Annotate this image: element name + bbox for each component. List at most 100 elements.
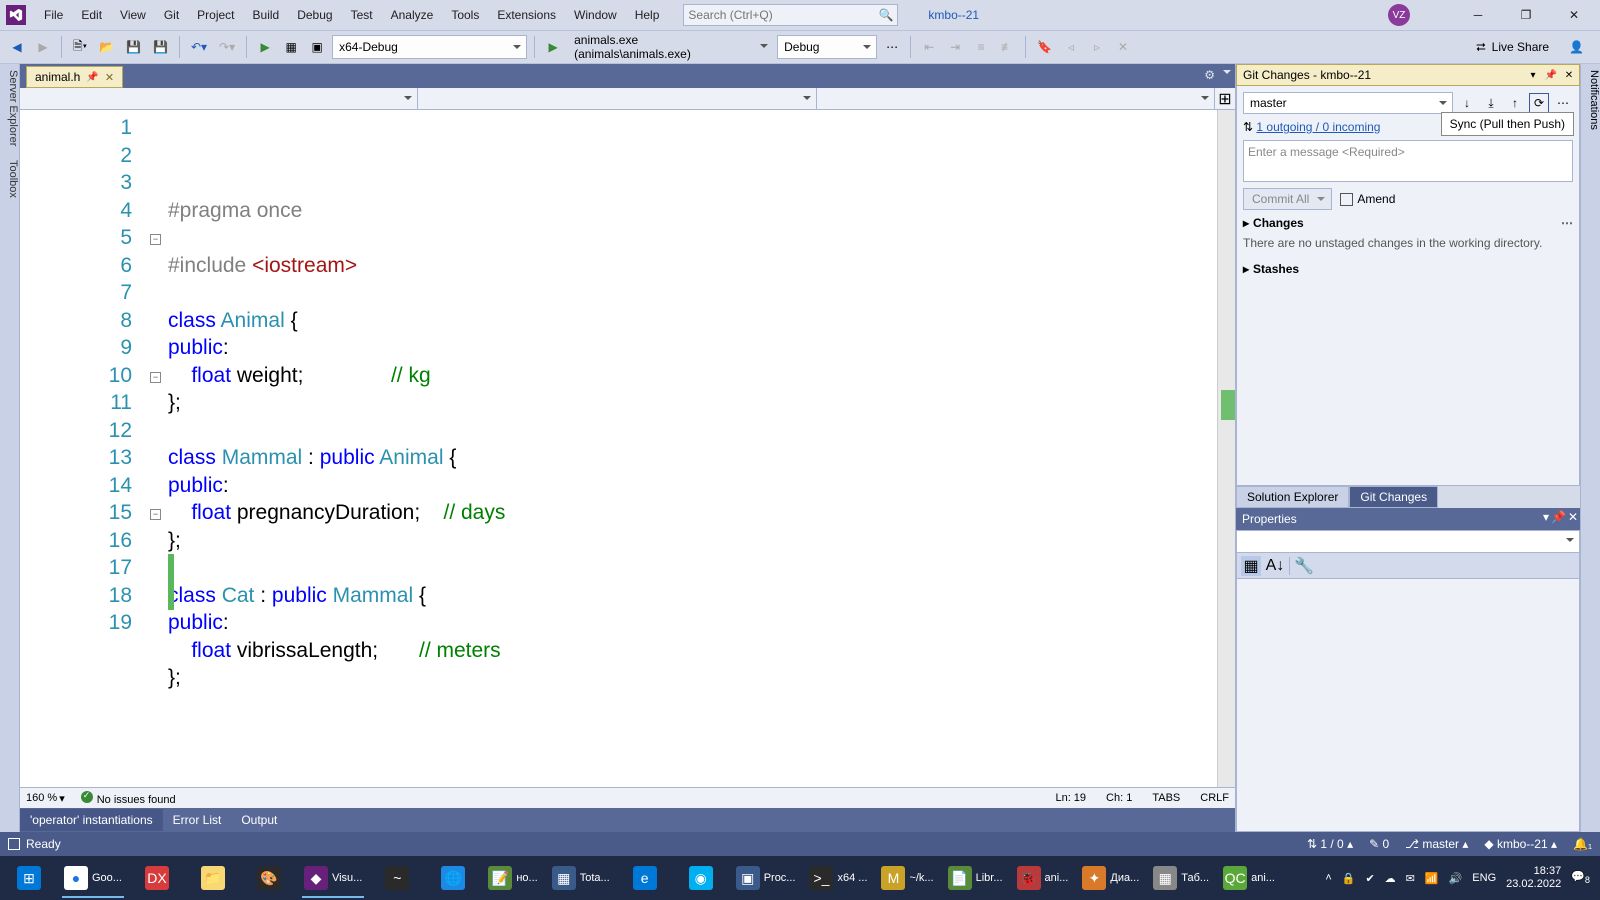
issues-status[interactable]: No issues found [81,791,176,806]
menu-build[interactable]: Build [245,4,288,26]
amend-checkbox[interactable]: Amend [1340,192,1395,206]
bottom-tab[interactable]: Error List [163,809,232,831]
right-tab[interactable]: Git Changes [1349,486,1438,508]
file-tab-animal-h[interactable]: animal.h 📌 ✕ [26,66,123,88]
type-combo[interactable] [418,88,816,109]
menu-view[interactable]: View [112,4,154,26]
branch-status[interactable]: ⎇ master ▴ [1405,837,1468,851]
taskbar-item[interactable]: 📝но... [482,858,543,898]
taskbar-item[interactable]: DX [130,858,184,898]
menu-tools[interactable]: Tools [443,4,487,26]
col-indicator[interactable]: Ch: 1 [1106,792,1132,804]
repo-status[interactable]: ◆ kmbo--21 ▴ [1484,837,1557,851]
tray-clock[interactable]: 18:3723.02.2022 [1506,865,1561,891]
props-close-icon[interactable]: ✕ [1568,510,1578,524]
notifications-tab[interactable]: Notifications [1580,64,1600,832]
save-icon[interactable]: 💾 [122,35,145,59]
changes-section[interactable]: ▸ Changes⋯ [1243,216,1573,230]
panel-close-icon[interactable]: ✕ [1561,67,1577,83]
categorized-icon[interactable]: ▦ [1241,556,1261,576]
close-button[interactable]: ✕ [1554,3,1594,27]
left-tool-tabs[interactable]: Server ExplorerToolbox [0,64,20,832]
git-more-icon[interactable]: ⋯ [1553,93,1573,113]
taskbar-item[interactable]: ▦Tota... [546,858,616,898]
menu-help[interactable]: Help [627,4,668,26]
taskbar-item[interactable]: 📄Libr... [942,858,1009,898]
tray-mail-icon[interactable]: ✉ [1406,872,1415,885]
more-icon[interactable]: ⋯ [881,35,903,59]
props-pin-icon[interactable]: 📌 [1551,510,1566,524]
alphabetical-icon[interactable]: A↓ [1265,556,1285,576]
props-combo[interactable] [1237,531,1579,553]
taskbar-item[interactable]: 🌐 [426,858,480,898]
build-icon[interactable]: ▦ [280,35,302,59]
branch-combo[interactable]: master [1243,92,1453,114]
taskbar-item[interactable]: 📁 [186,858,240,898]
props-dropdown-icon[interactable]: ▾ [1543,510,1549,524]
panel-dropdown-icon[interactable]: ▾ [1525,67,1541,83]
close-tab-icon[interactable]: ✕ [105,71,114,84]
minimize-button[interactable]: ─ [1458,3,1498,27]
taskbar-item[interactable]: ✦Диа... [1076,858,1145,898]
system-tray[interactable]: ˄ 🔒 ✔ ☁ ✉ 📶 🔊 ENG 18:3723.02.2022 💬8 [1325,865,1598,891]
taskbar-item[interactable]: >_x64 ... [803,858,873,898]
tray-lang[interactable]: ENG [1472,872,1496,884]
menu-project[interactable]: Project [189,4,242,26]
account-icon[interactable]: 👤 [1569,40,1584,54]
lineending-indicator[interactable]: CRLF [1200,792,1229,804]
zoom-combo[interactable]: 160 % ▾ [26,792,65,805]
split-icon[interactable]: ⊞ [1215,88,1235,109]
fold-gutter[interactable]: − − − [150,110,168,787]
pull-icon[interactable]: ⤓ [1481,93,1501,113]
taskbar-item[interactable]: ●Goo... [58,858,128,898]
code-text[interactable]: #pragma once #include <iostream> class A… [168,110,1217,787]
search-input[interactable] [688,8,893,22]
vertical-scrollbar[interactable] [1217,110,1235,787]
menu-edit[interactable]: Edit [73,4,110,26]
panel-pin-icon[interactable]: 📌 [1543,67,1559,83]
taskbar-item[interactable]: ◆Visu... [298,858,368,898]
tab-dropdown-icon[interactable] [1223,70,1231,78]
tray-wifi-icon[interactable]: 📶 [1425,872,1439,885]
sync-status-bar[interactable]: ⇅ 1 / 0 ▴ [1307,837,1353,851]
taskbar-item[interactable]: ◉ [674,858,728,898]
tray-cloud-icon[interactable]: ☁ [1385,872,1396,885]
maximize-button[interactable]: ❐ [1506,3,1546,27]
taskbar-item[interactable]: 🎨 [242,858,296,898]
tray-volume-icon[interactable]: 🔊 [1449,872,1463,885]
menu-test[interactable]: Test [343,4,381,26]
tab-options-icon[interactable]: ⚙ [1204,68,1215,82]
tabs-indicator[interactable]: TABS [1152,792,1180,804]
taskbar-item[interactable]: e [618,858,672,898]
bottom-tab[interactable]: 'operator' instantiations [20,809,163,831]
menu-debug[interactable]: Debug [289,4,340,26]
sync-icon[interactable]: ⟳ [1529,93,1549,113]
tray-notifications-icon[interactable]: 💬8 [1571,870,1590,885]
bookmark-icon[interactable]: 🔖 [1033,35,1056,59]
menu-window[interactable]: Window [566,4,625,26]
folder-icon[interactable]: ▣ [306,35,328,59]
new-project-icon[interactable]: 🗎▾ [69,35,91,59]
run-target-icon[interactable]: ▶ [542,35,564,59]
start-debug-icon[interactable]: ▶ [254,35,276,59]
config-combo[interactable]: x64-Debug [332,35,527,59]
bottom-tab[interactable]: Output [231,809,287,831]
taskbar-item[interactable]: ▦Таб... [1147,858,1215,898]
stashes-section[interactable]: ▸ Stashes [1243,262,1573,276]
props-pages-icon[interactable]: 🔧 [1294,556,1314,576]
mode-combo[interactable]: Debug [777,35,877,59]
push-icon[interactable]: ↑ [1505,93,1525,113]
code-editor[interactable]: 12345678910111213141516171819 − − − #pra… [20,110,1235,787]
taskbar-item[interactable]: ⊞ [2,858,56,898]
user-avatar[interactable]: VZ [1388,4,1410,26]
save-all-icon[interactable]: 💾 [149,35,172,59]
solution-name[interactable]: kmbo--21 [928,8,979,22]
undo-icon[interactable]: ↶▾ [187,35,211,59]
global-search[interactable]: 🔍 [683,4,898,26]
fetch-icon[interactable]: ↓ [1457,93,1477,113]
taskbar-item[interactable]: 🐞ani... [1011,858,1075,898]
sidetab-toolbox[interactable]: Toolbox [0,160,19,198]
scope-combo[interactable] [20,88,418,109]
member-combo[interactable] [817,88,1215,109]
pending-edits[interactable]: ✎ 0 [1369,837,1389,851]
